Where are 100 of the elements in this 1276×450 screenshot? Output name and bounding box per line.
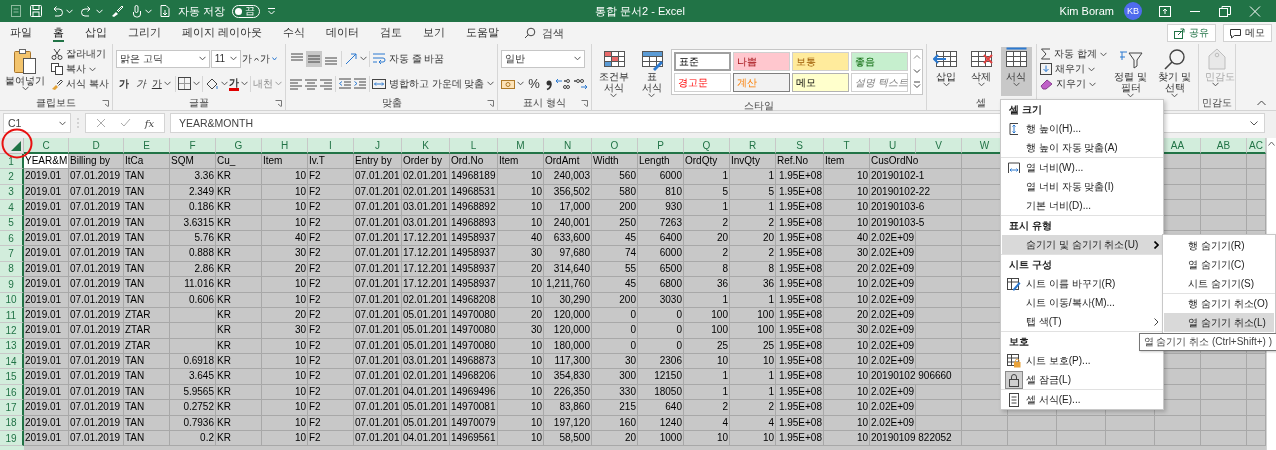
table-cell: 02.01.201 (402, 292, 450, 308)
table-cell: 1000 (638, 431, 684, 447)
table-cell: 2.02E+09 (870, 338, 916, 355)
table-cell: KR (216, 369, 262, 385)
table-cell: 10 (498, 277, 544, 293)
table-cell: 580 (592, 184, 638, 201)
table-cell: 2.02E+09 (870, 292, 916, 308)
table-cell: 07.01.2019 (69, 323, 124, 339)
table-cell: ZTAR (124, 323, 170, 339)
table-cell: 0.186 (170, 200, 216, 216)
table-cell: Length (638, 154, 684, 170)
table-cell: 07.01.2019 (69, 292, 124, 308)
group-label: 클립보드 (35, 96, 76, 110)
table-cell: 14968531 (450, 184, 498, 201)
table-cell: 14968189 (450, 169, 498, 185)
table-cell: 2019.01 (24, 230, 69, 247)
table-cell: 07.01.201 (354, 292, 402, 308)
table-cell: Ref.No (776, 154, 824, 170)
table-cell: TAN (124, 215, 170, 231)
table-cell: 0.606 (170, 292, 216, 308)
table-cell: Iv.T (308, 154, 354, 170)
table-cell: 07.01.201 (354, 323, 402, 339)
table-cell: 2019.01 (24, 292, 69, 308)
table-cell: 3.6315 (170, 215, 216, 231)
table-cell: 17.12.201 (402, 230, 450, 247)
table-cell: 250 (592, 215, 638, 231)
table-cell: 07.01.201 (354, 307, 402, 324)
group-label: 글꼴 (188, 96, 209, 110)
table-cell: 1.95E+08 (776, 246, 824, 262)
table-cell: 1 (730, 369, 776, 385)
table-cell: TAN (124, 184, 170, 201)
table-cell: 4 (730, 415, 776, 432)
table-cell: 07.01.201 (354, 384, 402, 401)
table-cell: 6500 (638, 261, 684, 278)
table-cell: 10 (498, 431, 544, 447)
table-cell: 07.01.2019 (69, 277, 124, 293)
table-cell: 1.95E+08 (776, 400, 824, 416)
table-cell: KR (216, 400, 262, 416)
table-cell: 2 (684, 215, 730, 231)
table-cell: 14970079 (450, 415, 498, 432)
autosave-label: 자동 저장 (178, 3, 226, 19)
window-title: 통합 문서2 - Excel (595, 3, 685, 19)
table-cell: 02.01.201 (402, 184, 450, 201)
table-cell: 14970080 (450, 307, 498, 324)
table-cell: 12150 (638, 369, 684, 385)
table-cell: 100 (684, 307, 730, 324)
table-cell: F2 (308, 338, 354, 355)
table-cell: 07.01.201 (354, 169, 402, 185)
table-cell: 356,502 (544, 184, 592, 201)
table-cell: 2019.01 (24, 169, 69, 185)
table-cell: 314,640 (544, 261, 592, 278)
table-cell: F2 (308, 415, 354, 432)
table-cell: 10 (498, 415, 544, 432)
menu-section-title: 보호 (1009, 335, 1029, 348)
table-cell: 14958937 (450, 230, 498, 247)
table-cell: TAN (124, 246, 170, 262)
table-cell: 14968873 (450, 354, 498, 370)
table-cell: 14968892 (450, 200, 498, 216)
table-cell: 2.02E+09 (870, 354, 916, 370)
table-cell: F2 (308, 323, 354, 339)
table-cell: 1.95E+08 (776, 323, 824, 339)
table-cell: 36 (684, 277, 730, 293)
table-cell: TAN (124, 384, 170, 401)
table-cell: 1.95E+08 (776, 384, 824, 401)
table-cell: TAN (124, 369, 170, 385)
table-cell: TAN (124, 169, 170, 185)
table-cell: 1.95E+08 (776, 184, 824, 201)
table-cell: 0 (592, 307, 638, 324)
table-cell: F2 (308, 384, 354, 401)
group-label: 셀 (976, 96, 987, 110)
group-label: 스타일 (743, 99, 774, 113)
table-cell: 07.01.2019 (69, 169, 124, 185)
table-cell: 07.01.201 (354, 230, 402, 247)
table-cell: 200 (592, 200, 638, 216)
table-cell: F2 (308, 307, 354, 324)
table-cell: 0.888 (170, 246, 216, 262)
table-cell: 1.95E+08 (776, 261, 824, 278)
table-cell: 1 (684, 292, 730, 308)
table-cell: 07.01.201 (354, 277, 402, 293)
table-cell: 1 (730, 292, 776, 308)
table-cell: 2019.01 (24, 369, 69, 385)
table-cell: 07.01.201 (354, 354, 402, 370)
table-cell: F2 (308, 354, 354, 370)
table-cell: 07.01.201 (354, 200, 402, 216)
table-cell: 20190102-22 (870, 184, 962, 201)
table-cell: 17.12.201 (402, 246, 450, 262)
table-cell: 30 (824, 323, 870, 339)
table-cell: 10 (262, 400, 308, 416)
table-cell: 200 (592, 292, 638, 308)
table-cell: 3030 (638, 292, 684, 308)
table-cell: 2 (730, 246, 776, 262)
table-cell: F2 (308, 184, 354, 201)
table-cell: 20190103-5 (870, 215, 962, 231)
table-cell: 74 (592, 246, 638, 262)
table-cell: Ord.No (450, 154, 498, 170)
menu-section-title: 시트 구성 (1009, 258, 1052, 271)
table-cell: Cu_ (216, 154, 262, 170)
table-cell: Width (592, 154, 638, 170)
table-cell: 10 (262, 369, 308, 385)
table-cell: 14970080 (450, 323, 498, 339)
